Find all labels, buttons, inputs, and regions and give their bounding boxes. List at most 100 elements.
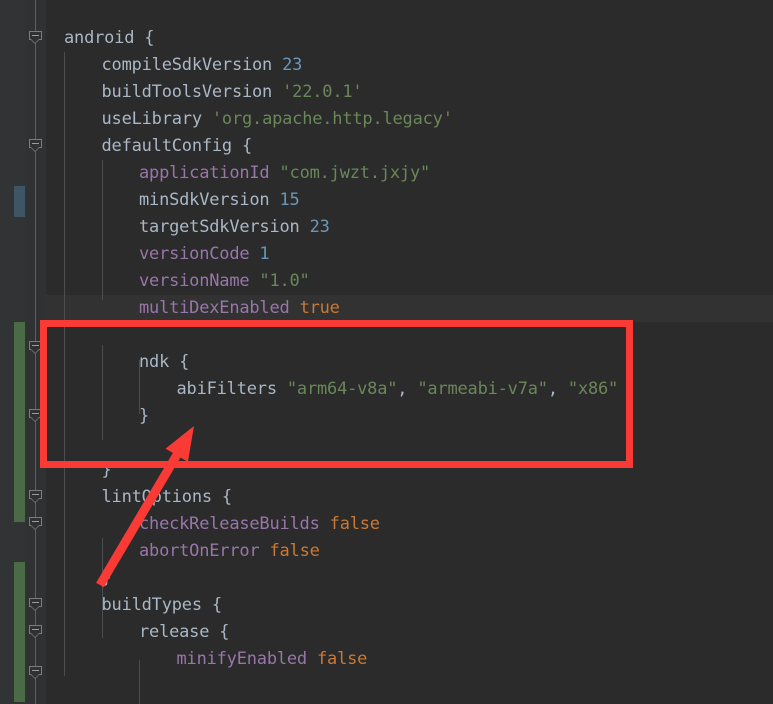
code-token-str: "x86" [567, 379, 619, 399]
code-token-num: 23 [282, 55, 303, 75]
code-line[interactable]: release { [139, 619, 230, 646]
fold-icon-minus [32, 602, 39, 603]
fold-icon-minus [32, 521, 39, 522]
code-token-ident: compileSdkVersion [101, 55, 283, 75]
code-token-ident: minSdkVersion [139, 190, 280, 210]
code-token-brace: { [211, 595, 222, 615]
fold-icon-minus [32, 494, 39, 495]
code-token-num: 1 [259, 244, 270, 264]
code-line[interactable]: useLibrary 'org.apache.http.legacy' [102, 106, 453, 133]
code-token-prop: abortOnError [139, 541, 270, 561]
code-token-ident: buildTypes [101, 595, 212, 615]
fold-icon-tip-inner [31, 674, 39, 678]
code-token-prop: checkReleaseBuilds [139, 514, 330, 534]
indent-guide [101, 345, 103, 440]
code-token-ident: buildToolsVersion [101, 82, 283, 102]
fold-collapse-icon[interactable] [29, 625, 42, 638]
fold-icon-tip-inner [31, 39, 39, 43]
fold-icon-tip-inner [31, 349, 39, 353]
code-line[interactable]: compileSdkVersion 23 [102, 52, 303, 79]
code-token-prop: multiDexEnabled [139, 298, 300, 318]
code-line[interactable]: minifyEnabled false [177, 646, 368, 673]
code-token-kw: false [317, 649, 368, 669]
code-token-punc: , [547, 379, 568, 399]
code-token-ident: ndk [139, 352, 180, 372]
code-token-brace: { [242, 136, 253, 156]
code-token-str: 'org.apache.http.legacy' [211, 109, 453, 129]
code-token-prop: applicationId [139, 163, 280, 183]
fold-icon-tip-inner [31, 525, 39, 529]
fold-collapse-icon[interactable] [29, 517, 42, 530]
code-line[interactable]: minSdkVersion 15 [139, 187, 300, 214]
fold-collapse-icon[interactable] [29, 490, 42, 503]
code-token-ident: release [139, 622, 220, 642]
code-token-brace: { [144, 28, 155, 48]
fold-icon-tip-inner [31, 147, 39, 151]
vcs-change-marker-modified[interactable] [14, 186, 25, 217]
fold-collapse-icon[interactable] [29, 139, 42, 152]
code-token-punc: , [397, 379, 418, 399]
code-line[interactable]: targetSdkVersion 23 [139, 214, 330, 241]
code-line[interactable]: ndk { [139, 349, 189, 376]
code-token-brace: } [101, 568, 112, 588]
code-token-brace: { [219, 622, 230, 642]
code-line[interactable]: versionCode 1 [139, 241, 270, 268]
code-token-ident: targetSdkVersion [139, 217, 310, 237]
code-token-num: 15 [279, 190, 300, 210]
fold-icon-tip-inner [31, 498, 39, 502]
indent-guide [101, 538, 103, 638]
fold-icon-tip-inner [31, 606, 39, 610]
code-line[interactable]: } [102, 457, 112, 484]
indent-guide [101, 160, 103, 300]
code-token-brace: { [221, 487, 232, 507]
vcs-change-marker-added[interactable] [14, 562, 25, 702]
indent-guide [64, 52, 65, 676]
code-line[interactable]: checkReleaseBuilds false [139, 511, 380, 538]
indent-guide [139, 660, 140, 704]
code-editor[interactable]: android {compileSdkVersion 23 buildToolsV… [0, 0, 773, 704]
code-token-ident: abiFilters [176, 379, 287, 399]
code-token-str: "armeabi-v7a" [417, 379, 548, 399]
fold-icon-minus [32, 35, 39, 36]
fold-icon-tip-inner [31, 633, 39, 637]
fold-icon-tip-inner [31, 417, 39, 421]
code-token-brace: } [139, 406, 150, 426]
code-line[interactable]: defaultConfig { [102, 133, 253, 160]
code-token-str: "1.0" [259, 271, 310, 291]
code-token-kw: true [299, 298, 340, 318]
code-line[interactable]: applicationId "com.jwzt.jxjy" [139, 160, 430, 187]
code-token-brace: } [101, 460, 112, 480]
code-line[interactable]: buildTypes { [101, 592, 223, 619]
code-line[interactable]: multiDexEnabled true [139, 295, 340, 322]
code-line[interactable]: } [139, 403, 149, 430]
code-folding-gutter[interactable] [26, 0, 46, 704]
code-token-str: '22.0.1' [282, 82, 363, 102]
code-token-prop: versionCode [139, 244, 260, 264]
fold-collapse-icon[interactable] [29, 31, 42, 44]
code-line[interactable]: android { [64, 25, 155, 52]
fold-icon-minus [32, 670, 39, 671]
vcs-gutter [0, 0, 26, 704]
fold-collapse-icon[interactable] [29, 666, 42, 679]
code-token-ident: android [64, 28, 145, 48]
fold-icon-minus [32, 345, 39, 346]
code-content[interactable]: android {compileSdkVersion 23 buildToolsV… [46, 0, 773, 704]
code-token-prop: versionName [139, 271, 260, 291]
code-token-str: "arm64-v8a" [286, 379, 398, 399]
code-token-brace: { [179, 352, 190, 372]
code-line[interactable]: versionName "1.0" [139, 268, 310, 295]
fold-collapse-icon[interactable] [29, 598, 42, 611]
code-line[interactable]: } [102, 565, 112, 592]
code-line[interactable]: buildToolsVersion '22.0.1' [102, 79, 363, 106]
fold-collapse-icon[interactable] [29, 341, 42, 354]
fold-collapse-icon[interactable] [29, 409, 42, 422]
fold-icon-minus [32, 143, 39, 144]
code-token-ident: defaultConfig [101, 136, 242, 156]
fold-icon-minus [32, 629, 39, 630]
code-line[interactable]: lintOptions { [101, 484, 233, 511]
code-token-ident: lintOptions [101, 487, 222, 507]
code-line[interactable]: abiFilters "arm64-v8a", "armeabi-v7a", "… [177, 376, 619, 403]
vcs-change-marker-added[interactable] [14, 322, 25, 522]
code-line[interactable]: abortOnError false [139, 538, 320, 565]
code-token-kw: false [329, 514, 380, 534]
